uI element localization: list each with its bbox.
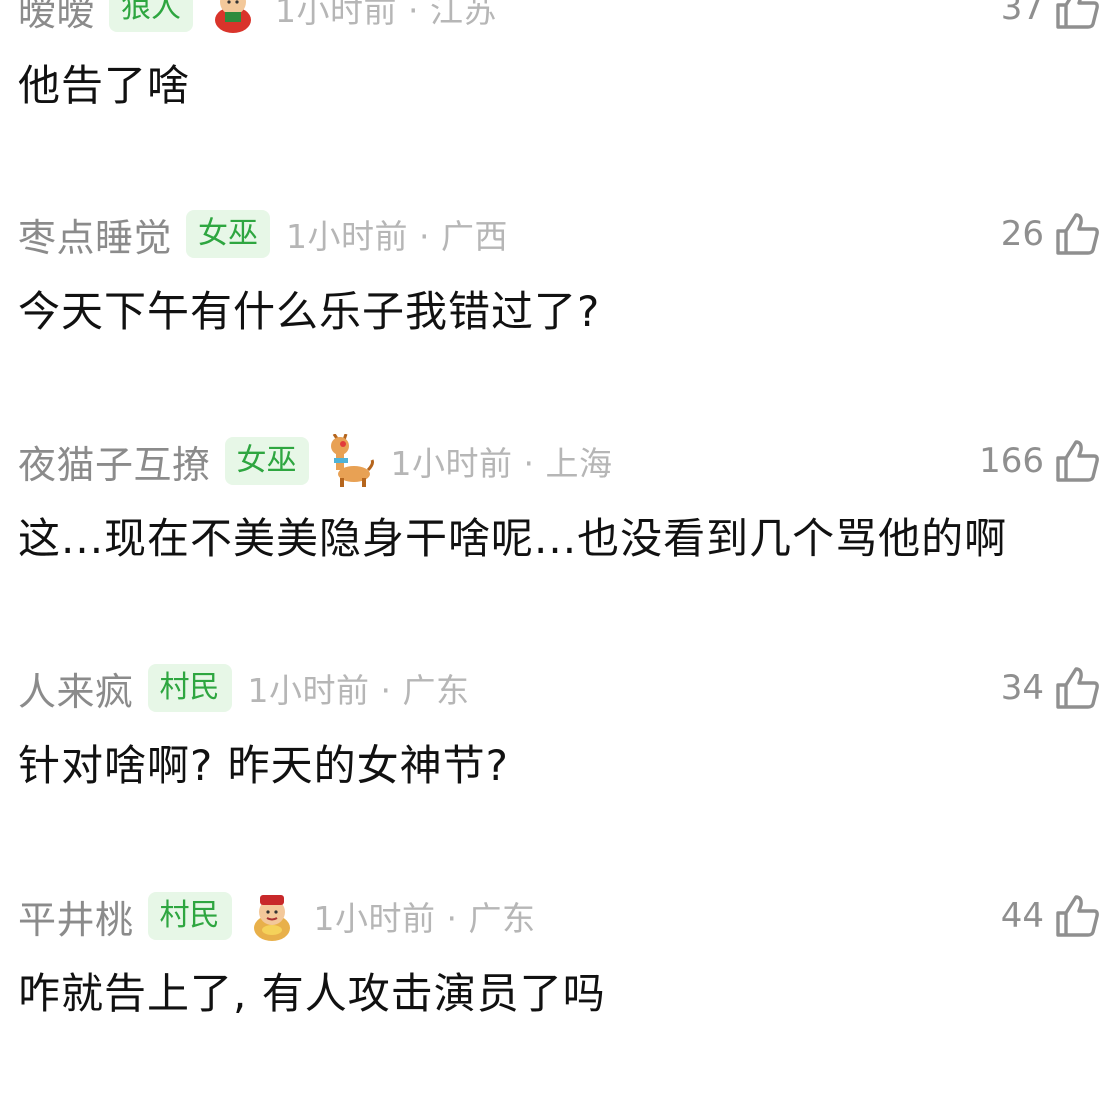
comment-text: 这...现在不美美隐身干啥呢...也没看到几个骂他的啊 <box>18 514 1008 563</box>
comment-meta: 人来疯 村民 1小时前 · 广东 <box>18 660 1100 716</box>
like-count: 44 <box>1000 896 1044 936</box>
role-badge: 村民 <box>147 892 232 940</box>
comment-item: 枣点睡觉 女巫 1小时前 · 广西 26 今天下午有什么乐子我错过了? <box>0 206 1118 434</box>
thumbs-up-icon[interactable] <box>1052 436 1102 486</box>
comment-text: 他告了啥 <box>18 61 191 110</box>
comment-item: 夜猫子互撩 女巫 1小时前 · 上海 166 这...现在不美美隐身干啥呢...… <box>0 433 1118 661</box>
fortune-god-sticker-icon <box>207 0 259 34</box>
like-button[interactable]: 166 <box>979 433 1102 489</box>
comment-time-location: 1小时前 · 广西 <box>286 217 508 256</box>
like-count: 166 <box>979 441 1044 481</box>
comment-meta: 枣点睡觉 女巫 1小时前 · 广西 <box>18 206 1100 262</box>
comment-time-location: 1小时前 · 上海 <box>390 444 613 483</box>
thumbs-up-icon[interactable] <box>1052 663 1102 713</box>
comment-time-location: 1小时前 · 江苏 <box>275 0 497 30</box>
comment-meta: 夜猫子互撩 女巫 1小时前 · 上海 <box>18 433 1100 489</box>
username[interactable]: 枣点睡觉 <box>18 207 172 262</box>
username[interactable]: 人来疯 <box>18 661 134 716</box>
comment-item: 暧暧 狼人 1小时前 · 江苏 37 他告了啥 <box>0 0 1118 208</box>
comment-time-location: 1小时前 · 广东 <box>313 899 536 938</box>
comment-item: 人来疯 村民 1小时前 · 广东 34 针对啥啊? 昨天的女神节? <box>0 660 1118 888</box>
role-badge: 女巫 <box>186 210 271 258</box>
username[interactable]: 暧暧 <box>18 0 95 36</box>
thumbs-up-icon[interactable] <box>1052 209 1102 259</box>
role-badge: 女巫 <box>224 437 309 485</box>
comment-meta: 平井桃 村民 1小时前 · 广东 <box>18 888 1100 944</box>
like-button[interactable]: 34 <box>1001 660 1102 716</box>
like-count: 34 <box>1000 668 1044 708</box>
comment-item: 平井桃 村民 1小时前 · 广东 44 咋就告上了, 有人攻击演员了吗 <box>0 888 1118 1116</box>
like-button[interactable]: 26 <box>1001 206 1102 262</box>
username[interactable]: 夜猫子互撩 <box>18 434 211 489</box>
like-count: 26 <box>1000 214 1044 254</box>
like-button[interactable]: 44 <box>1001 888 1102 944</box>
comment-meta: 暧暧 狼人 1小时前 · 江苏 <box>18 0 1100 36</box>
like-count: 37 <box>1000 0 1044 28</box>
comment-list: 暧暧 狼人 1小时前 · 江苏 37 他告了啥 枣点睡觉 女巫 1小时前 · 广… <box>0 0 1118 1063</box>
role-badge: 村民 <box>147 664 232 712</box>
comment-text: 针对啥啊? 昨天的女神节? <box>18 741 509 790</box>
fortune-god-sticker-icon <box>246 890 298 942</box>
role-badge: 狼人 <box>109 0 194 32</box>
comment-text: 今天下午有什么乐子我错过了? <box>18 287 601 336</box>
comment-text: 咋就告上了, 有人攻击演员了吗 <box>18 969 606 1018</box>
comment-time-location: 1小时前 · 广东 <box>247 671 470 710</box>
like-button[interactable]: 37 <box>1001 0 1102 36</box>
thumbs-up-icon[interactable] <box>1052 0 1102 33</box>
thumbs-up-icon[interactable] <box>1052 891 1102 941</box>
deer-sticker-icon <box>323 434 375 487</box>
username[interactable]: 平井桃 <box>18 889 134 944</box>
